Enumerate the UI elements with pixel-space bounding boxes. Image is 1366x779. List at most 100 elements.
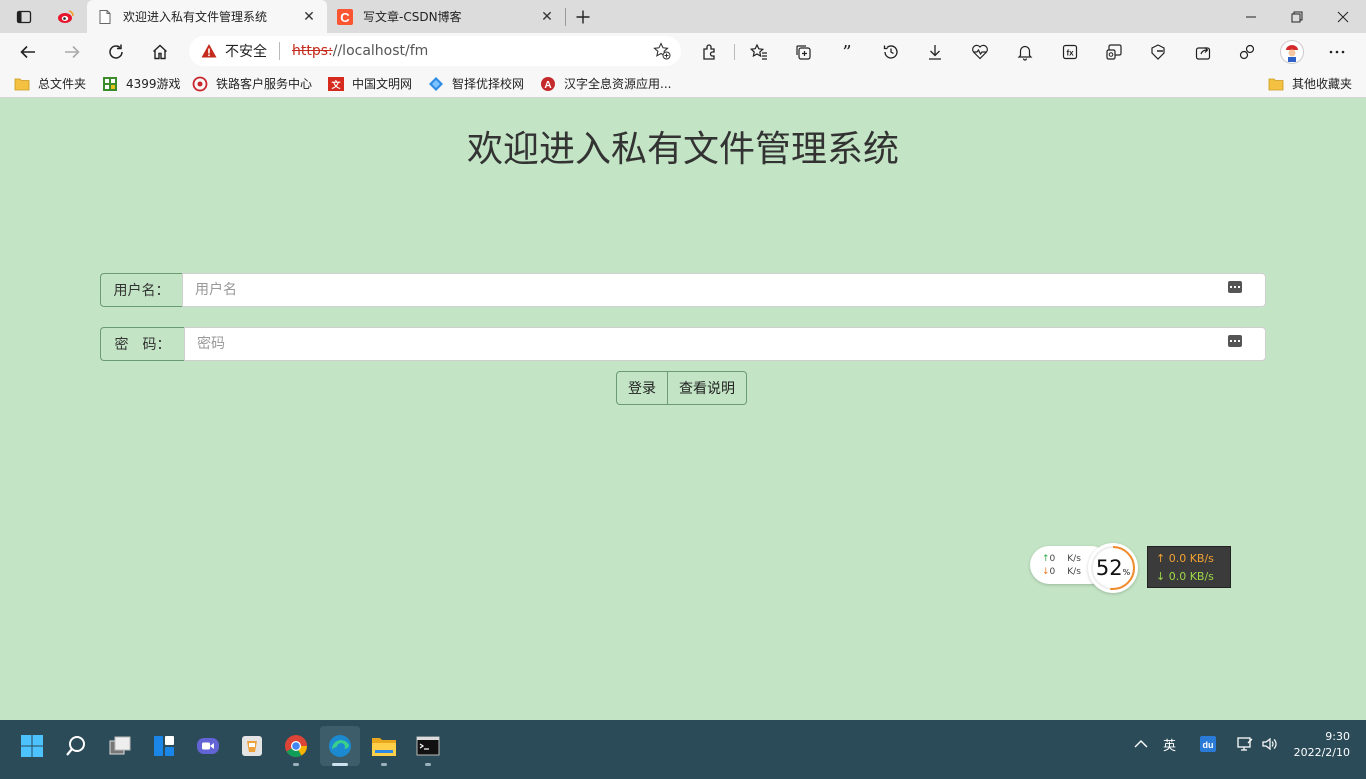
minimize-icon[interactable] xyxy=(1228,0,1274,33)
svg-text:A: A xyxy=(544,80,551,91)
task-view-icon[interactable] xyxy=(100,726,140,766)
quote-icon[interactable]: ” xyxy=(832,37,862,67)
profile-avatar[interactable] xyxy=(1277,37,1307,67)
store-app-icon[interactable] xyxy=(232,726,272,766)
username-label: 用户名： xyxy=(100,273,182,307)
share-icon[interactable] xyxy=(1188,37,1218,67)
settings-sync-icon[interactable] xyxy=(1232,37,1262,67)
security-label: 不安全 xyxy=(225,44,267,60)
svg-text:fx: fx xyxy=(1066,49,1074,58)
game-icon xyxy=(103,76,117,91)
address-divider xyxy=(279,42,280,60)
bookmark-label: 汉字全息资源应用... xyxy=(564,77,672,91)
tab-file-manager[interactable]: 欢迎进入私有文件管理系统 ✕ xyxy=(87,0,327,33)
svg-text:文: 文 xyxy=(330,79,341,90)
address-bar[interactable]: 不安全 https://localhost/fm xyxy=(189,36,681,66)
tab-csdn[interactable]: C 写文章-CSDN博客 ✕ xyxy=(327,0,565,33)
page-title: 欢迎进入私有文件管理系统 xyxy=(466,129,899,170)
forward-icon[interactable] xyxy=(57,37,87,67)
bookmark-civilization[interactable]: 文 中国文明网 xyxy=(328,75,412,92)
password-input[interactable] xyxy=(184,327,1266,361)
download-speed-row: ↓0 K/s xyxy=(1042,567,1081,577)
password-label: 密 码： xyxy=(100,327,184,361)
ime-indicator[interactable]: 英 xyxy=(1163,720,1176,768)
network-icon[interactable] xyxy=(1236,720,1254,768)
baidu-icon[interactable]: du xyxy=(1199,720,1217,768)
close-tab-icon[interactable]: ✕ xyxy=(301,9,317,25)
bookmark-other-favorites[interactable]: 其他收藏夹 xyxy=(1268,75,1352,92)
favorites-icon[interactable] xyxy=(744,37,774,67)
history-icon[interactable] xyxy=(876,37,906,67)
web-capture-icon[interactable]: fx xyxy=(1055,37,1085,67)
security-indicator[interactable]: 不安全 xyxy=(189,41,279,61)
restore-icon[interactable] xyxy=(1274,0,1320,33)
url-scheme: https: xyxy=(292,43,333,59)
edge-icon[interactable] xyxy=(320,726,360,766)
search-icon[interactable] xyxy=(56,726,96,766)
clock[interactable]: 9:30 2022/2/10 xyxy=(1294,729,1350,761)
close-window-icon[interactable] xyxy=(1320,0,1366,33)
new-tab-icon[interactable] xyxy=(570,4,596,30)
form-buttons: 登录 查看说明 xyxy=(616,371,747,405)
add-favorite-icon[interactable] xyxy=(653,42,671,60)
running-indicator xyxy=(425,763,431,766)
tab-divider xyxy=(565,8,566,26)
tab-strip: 欢迎进入私有文件管理系统 ✕ C 写文章-CSDN博客 ✕ xyxy=(0,0,1366,33)
bookmark-school[interactable]: 智择优择校网 xyxy=(428,75,524,92)
bookmark-railway[interactable]: 铁路客户服务中心 xyxy=(192,75,312,92)
home-icon[interactable] xyxy=(145,37,175,67)
toolbar-divider xyxy=(734,44,735,60)
bookmark-label: 中国文明网 xyxy=(352,77,413,91)
password-manager-icon[interactable] xyxy=(1228,335,1242,347)
url-path: //localhost/fm xyxy=(332,43,429,59)
notifications-icon[interactable] xyxy=(1010,37,1040,67)
help-button[interactable]: 查看说明 xyxy=(668,371,747,405)
bookmark-hanzi[interactable]: A 汉字全息资源应用... xyxy=(540,75,671,92)
meter-download: ↓ 0.0 KB/s xyxy=(1156,570,1214,583)
performance-icon[interactable] xyxy=(965,37,995,67)
clock-time: 9:30 xyxy=(1325,730,1350,743)
bookmarks-bar: 总文件夹 4399游戏 铁路客户服务中心 文 中国文明网 智择优择校网 A 汉字… xyxy=(0,70,1366,98)
down-arrow-icon: ↓ xyxy=(1042,567,1050,577)
net-speed-widget[interactable]: ↑0 K/s ↓0 K/s 52% xyxy=(1030,543,1140,593)
terminal-icon[interactable] xyxy=(408,726,448,766)
download-icon[interactable] xyxy=(920,37,950,67)
bookmark-4399[interactable]: 4399游戏 xyxy=(102,75,181,92)
extension-shield-icon[interactable] xyxy=(1143,37,1173,67)
start-icon[interactable] xyxy=(12,726,52,766)
immersive-reader-icon[interactable] xyxy=(1099,37,1129,67)
more-menu-icon[interactable] xyxy=(1322,37,1352,67)
tab-actions-icon[interactable] xyxy=(11,4,37,30)
civilization-icon: 文 xyxy=(328,76,344,91)
network-meter[interactable]: ↑ 0.0 KB/s ↓ 0.0 KB/s xyxy=(1147,546,1231,588)
running-indicator xyxy=(381,763,387,766)
show-hidden-icons[interactable] xyxy=(1133,720,1149,768)
volume-icon[interactable] xyxy=(1261,720,1279,768)
download-speed: 0 xyxy=(1049,567,1056,577)
upload-speed-row: ↑0 K/s xyxy=(1042,554,1081,564)
refresh-icon[interactable] xyxy=(101,37,131,67)
close-tab-icon[interactable]: ✕ xyxy=(539,9,555,25)
bookmark-label: 铁路客户服务中心 xyxy=(216,77,313,91)
back-icon[interactable] xyxy=(13,37,43,67)
school-icon xyxy=(429,76,443,91)
meter-upload: ↑ 0.0 KB/s xyxy=(1156,552,1214,565)
page-icon xyxy=(99,9,111,24)
svg-text:du: du xyxy=(1203,740,1214,750)
widgets-icon[interactable] xyxy=(144,726,184,766)
login-button[interactable]: 登录 xyxy=(616,371,668,405)
bookmark-all-folders[interactable]: 总文件夹 xyxy=(14,75,86,92)
hanzi-icon: A xyxy=(541,76,555,91)
password-manager-icon[interactable] xyxy=(1228,281,1242,293)
svg-text:C: C xyxy=(340,10,350,25)
weibo-tab-icon[interactable] xyxy=(53,4,79,30)
chrome-icon[interactable] xyxy=(276,726,316,766)
teams-chat-icon[interactable] xyxy=(188,726,228,766)
bookmark-label: 总文件夹 xyxy=(38,77,87,91)
collections-icon[interactable] xyxy=(788,37,818,67)
username-row: 用户名： xyxy=(100,273,1266,307)
file-explorer-icon[interactable] xyxy=(364,726,404,766)
extensions-icon[interactable] xyxy=(695,37,725,67)
username-input[interactable] xyxy=(182,273,1266,307)
memory-percent: 52% xyxy=(1095,556,1131,580)
